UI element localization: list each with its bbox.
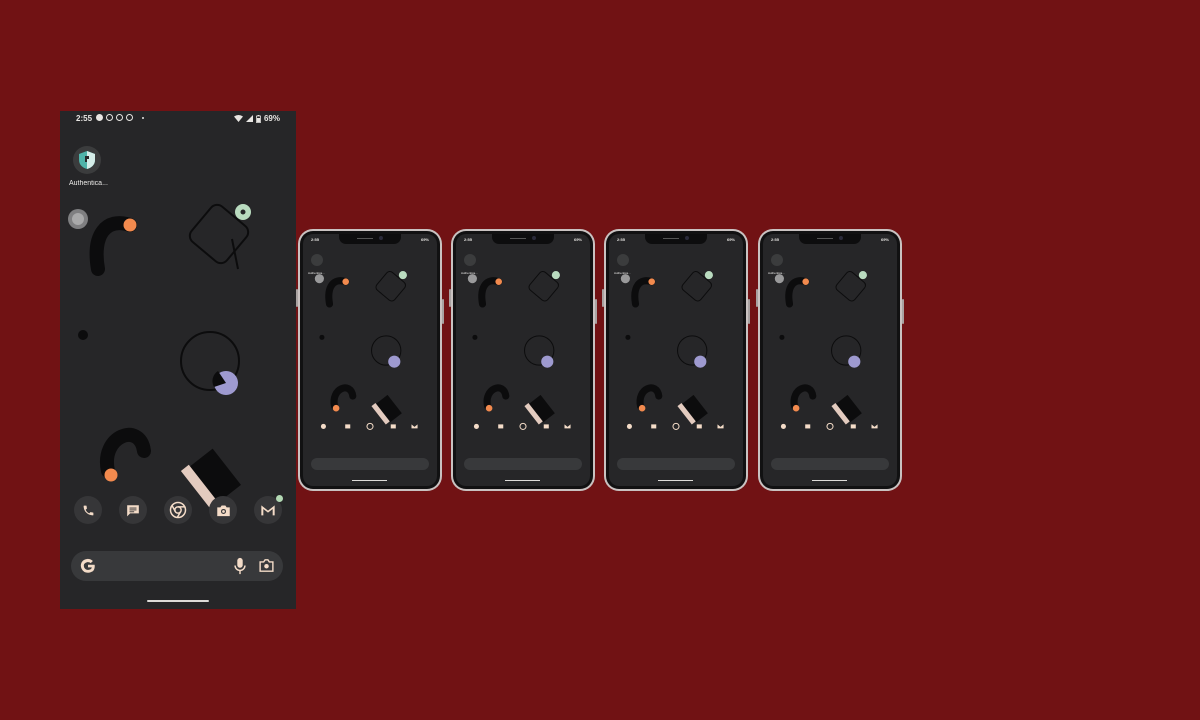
notification-icons (96, 114, 144, 121)
mockup-screen: 2:55 69% Authentica... (456, 234, 590, 486)
power-button (595, 299, 597, 324)
mockup-battery: 69% (420, 237, 429, 242)
signal-icon (245, 115, 253, 122)
phone-icon (83, 505, 93, 515)
home-screen: 2:55 69% Authentica... (60, 111, 296, 609)
phone-mockup: 2:55 69% Authentica... (449, 229, 597, 491)
google-g-icon (80, 558, 95, 573)
authenticator-app[interactable] (73, 146, 101, 174)
power-button (442, 299, 444, 324)
mockup-app-label: Authentica... (614, 271, 631, 275)
mockup-nav-handle (352, 480, 387, 481)
mockup-time: 2:55 (311, 237, 320, 242)
mockup-time: 2:55 (771, 237, 780, 242)
mockup-search-bar (771, 458, 889, 470)
status-system-icons: 69% (233, 114, 280, 123)
mockup-nav-handle (505, 480, 540, 481)
mockup-search-bar (464, 458, 582, 470)
notification-badge (276, 495, 283, 502)
mockup-app-icon (771, 254, 783, 266)
instagram-icon (126, 114, 133, 121)
mockup-app-icon (311, 254, 323, 266)
mockup-time: 2:55 (464, 237, 473, 242)
gesture-nav-handle[interactable] (147, 600, 209, 602)
lens-icon[interactable] (258, 558, 275, 573)
battery-percentage: 69% (263, 114, 280, 123)
gmail-app-button[interactable] (254, 495, 283, 524)
instagram-icon (116, 114, 123, 121)
mockup-time: 2:55 (617, 237, 626, 242)
mockup-screen: 2:55 69% Authentica... (303, 234, 437, 486)
power-button (748, 299, 750, 324)
mockup-battery: 69% (573, 237, 582, 242)
mockup-battery: 69% (880, 237, 889, 242)
mockup-nav-handle (812, 480, 847, 481)
mockup-search-bar (311, 458, 429, 470)
mockup-search-bar (617, 458, 735, 470)
messages-app-button[interactable] (119, 496, 147, 524)
mockup-nav-handle (658, 480, 693, 481)
camera-icon (216, 505, 230, 516)
dot-icon (142, 116, 144, 119)
notch (645, 234, 707, 244)
phone-mockup: 2:55 69% Authentica... (296, 229, 444, 491)
mic-icon[interactable] (233, 557, 247, 575)
battery-icon (256, 114, 261, 123)
mockup-app-label: Authentica... (768, 271, 785, 275)
dock (72, 495, 284, 526)
chrome-icon (169, 501, 187, 519)
volume-button (449, 289, 451, 307)
camera-app-button[interactable] (209, 496, 237, 524)
phone-mockup: 2:55 69% Authentica... (602, 229, 750, 491)
notch (492, 234, 554, 244)
mockup-app-label: Authentica... (308, 271, 325, 275)
status-time: 2:55 (76, 114, 93, 123)
notch (799, 234, 861, 244)
mockup-app-icon (617, 254, 629, 266)
instagram-icon (106, 114, 113, 121)
chrome-app-button[interactable] (164, 496, 192, 524)
mockup-app-label: Authentica... (461, 271, 478, 275)
status-bar: 2:55 69% (60, 111, 296, 127)
volume-button (602, 289, 604, 307)
phone-app-button[interactable] (74, 496, 102, 524)
wifi-icon (233, 115, 243, 122)
volume-button (296, 289, 298, 307)
phone-mockup: 2:55 69% Authentica... (756, 229, 904, 491)
mockup-battery: 69% (726, 237, 735, 242)
volume-button (756, 289, 758, 307)
shield-icon (79, 151, 95, 169)
gmail-icon (261, 505, 275, 516)
notch (339, 234, 401, 244)
mockup-app-icon (464, 254, 476, 266)
mockup-screen: 2:55 69% Authentica... (763, 234, 897, 486)
messages-icon (127, 504, 139, 516)
messenger-icon (96, 114, 103, 121)
app-label: Authentica... (69, 180, 108, 187)
power-button (902, 299, 904, 324)
google-search-bar[interactable] (71, 551, 283, 581)
mockup-screen: 2:55 69% Authentica... (609, 234, 743, 486)
